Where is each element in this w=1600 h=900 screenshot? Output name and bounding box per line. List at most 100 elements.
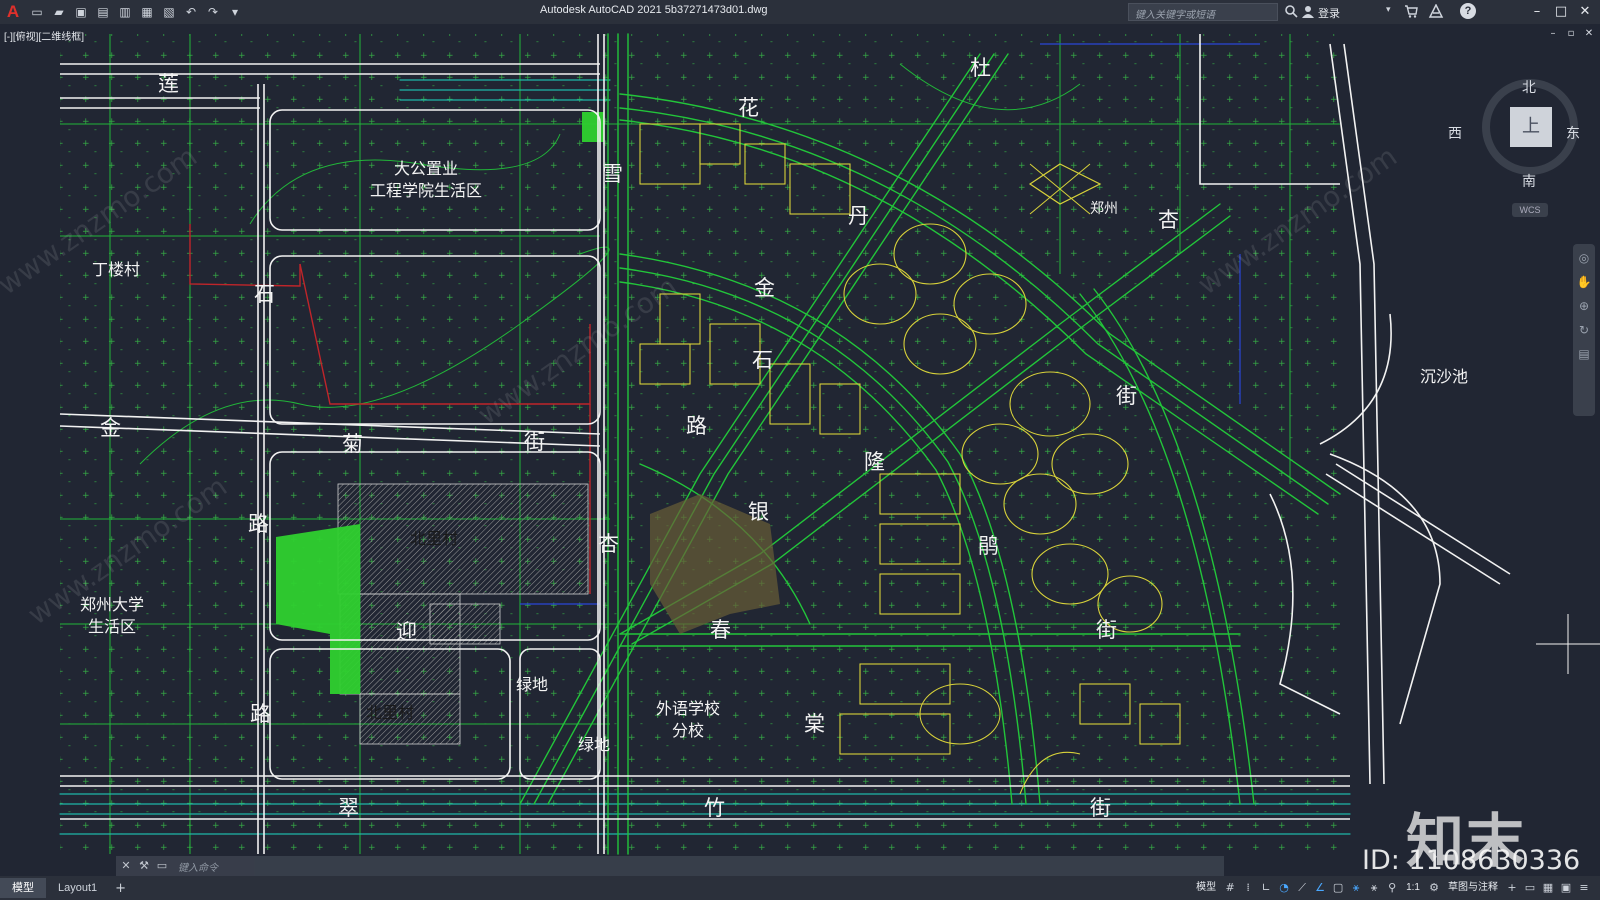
zoom-icon[interactable]: ⊕ — [1576, 298, 1592, 314]
object-snap-tracking-icon[interactable]: ∠ — [1312, 879, 1328, 897]
auto-scale-icon[interactable]: ⚹ — [1366, 879, 1382, 897]
clean-screen-icon[interactable]: ▣ — [1558, 879, 1574, 897]
close-icon[interactable]: ✕ — [118, 858, 134, 874]
compass-east[interactable]: 东 — [1566, 123, 1580, 143]
pan-icon[interactable]: ✋ — [1576, 274, 1592, 290]
doc-close-button[interactable]: ✕ — [1582, 28, 1596, 42]
wcs-menu[interactable]: WCS — [1512, 203, 1548, 217]
status-bar: 模型 Layout1 + 模型 # ⁞ ∟ ◔ ⟋ ∠ ▢ ⚹ ⚹ ⚲ 1:1 … — [0, 876, 1600, 900]
tab-layout1[interactable]: Layout1 — [46, 878, 109, 898]
minimize-button[interactable]: – — [1526, 2, 1548, 22]
road-label: 金 — [754, 276, 775, 300]
navigation-bar: ◎ ✋ ⊕ ↻ ▤ — [1573, 244, 1595, 416]
save-as-icon[interactable]: ▤ — [93, 2, 113, 22]
new-icon[interactable]: ▭ — [27, 2, 47, 22]
ortho-icon[interactable]: ∟ — [1258, 879, 1274, 897]
grid-icon[interactable]: # — [1222, 879, 1238, 897]
compass-south[interactable]: 南 — [1522, 171, 1536, 191]
road-label: 丹 — [848, 204, 869, 228]
road-label: 街 — [1090, 796, 1111, 820]
redo-icon[interactable]: ↷ — [203, 2, 223, 22]
cart-icon[interactable] — [1404, 4, 1418, 18]
isodraft-icon[interactable]: ⟋ — [1294, 879, 1310, 897]
model-space-toggle[interactable]: 模型 — [1192, 879, 1220, 897]
steering-wheel-icon[interactable]: ◎ — [1576, 250, 1592, 266]
area-label: 郑州大学 生活区 — [80, 595, 145, 636]
add-layout-icon[interactable]: + — [109, 881, 132, 896]
quick-properties-icon[interactable]: ▦ — [1540, 879, 1556, 897]
open-icon[interactable]: ▰ — [49, 2, 69, 22]
polar-tracking-icon[interactable]: ◔ — [1276, 879, 1292, 897]
publish-icon[interactable]: ▦ — [137, 2, 157, 22]
road-label: 迎 — [396, 620, 417, 644]
object-snap-icon[interactable]: ▢ — [1330, 879, 1346, 897]
road-label: 菊 — [342, 432, 363, 456]
customization-icon[interactable]: ≡ — [1576, 879, 1592, 897]
area-label: 北里村 — [410, 529, 459, 548]
road-label: 杜 — [970, 56, 991, 80]
road-label: 春 — [710, 618, 731, 642]
plus-icon[interactable]: + — [1504, 879, 1520, 897]
road-label: 路 — [250, 702, 271, 726]
window-title: Autodesk AutoCAD 2021 5b37271473d01.dwg — [540, 4, 768, 16]
road-label: 杏 — [1158, 208, 1179, 232]
command-line[interactable]: ✕ ⚒ ▭ 键入命令 — [116, 856, 1224, 876]
area-label: 北里村 — [366, 703, 415, 722]
plot-preview-icon[interactable]: ▥ — [115, 2, 135, 22]
road-label: 杏 — [598, 532, 619, 556]
area-label: 郑州 — [1090, 201, 1118, 217]
search-icon[interactable] — [1284, 4, 1298, 18]
area-label: 绿地 — [578, 735, 611, 754]
units-icon[interactable]: ▭ — [1522, 879, 1538, 897]
area-label: 大公置业 工程学院生活区 — [370, 159, 483, 200]
annotation-scale-icon[interactable]: ⚲ — [1384, 879, 1400, 897]
watermark-id: ID: 1108630336 — [1362, 845, 1581, 876]
road-label: 竹 — [704, 796, 725, 820]
area-label: 沉沙池 — [1420, 367, 1469, 386]
snap-icon[interactable]: ⁞ — [1240, 879, 1256, 897]
road-label: 隆 — [864, 450, 885, 474]
gear-icon[interactable]: ⚙ — [1426, 879, 1442, 897]
area-label: 外语学校 分校 — [656, 699, 721, 740]
tab-model[interactable]: 模型 — [0, 878, 46, 898]
login-label[interactable]: 登录 — [1318, 5, 1340, 21]
viewcube-top-face[interactable]: 上 — [1510, 107, 1552, 147]
save-icon[interactable]: ▣ — [71, 2, 91, 22]
plot-icon[interactable]: ▧ — [159, 2, 179, 22]
road-label: 花 — [738, 96, 759, 120]
undo-icon[interactable]: ↶ — [181, 2, 201, 22]
road-label: 街 — [524, 430, 545, 454]
road-label: 翠 — [338, 796, 359, 820]
annotation-scale[interactable]: 1:1 — [1402, 879, 1424, 897]
user-icon[interactable] — [1302, 5, 1314, 18]
doc-minimize-button[interactable]: – — [1546, 28, 1560, 42]
customize-icon[interactable]: ▾ — [225, 2, 245, 22]
area-label: 绿地 — [516, 675, 549, 694]
road-label: 路 — [248, 512, 269, 536]
login-dropdown-icon[interactable]: ▾ — [1386, 5, 1391, 15]
compass-north[interactable]: 北 — [1522, 77, 1536, 97]
search-input[interactable]: 键入关键字或短语 — [1128, 3, 1278, 21]
doc-restore-button[interactable]: ▫ — [1564, 28, 1578, 42]
maximize-button[interactable]: □ — [1550, 2, 1572, 22]
viewcube[interactable]: 北 南 东 西 上 WCS — [1448, 59, 1590, 217]
app-logo-icon[interactable]: A — [0, 0, 26, 24]
status-toggles: 模型 # ⁞ ∟ ◔ ⟋ ∠ ▢ ⚹ ⚹ ⚲ 1:1 ⚙ 草图与注释 + ▭ ▦… — [1192, 876, 1600, 900]
command-history-icon[interactable]: ▭ — [154, 858, 170, 874]
road-label: 街 — [1096, 618, 1117, 642]
road-label: 石 — [752, 348, 773, 372]
drawing-canvas[interactable]: [-][俯视][二维线框] – ▫ ✕ + - — [0, 24, 1600, 876]
wrench-icon[interactable]: ⚒ — [136, 858, 152, 874]
showmotion-icon[interactable]: ▤ — [1576, 346, 1592, 362]
close-button[interactable]: ✕ — [1574, 2, 1596, 22]
orbit-icon[interactable]: ↻ — [1576, 322, 1592, 338]
site-plan-drawing: + - — [59, 33, 1600, 855]
annotation-visibility-icon[interactable]: ⚹ — [1348, 879, 1364, 897]
workspace-switch[interactable]: 草图与注释 — [1444, 879, 1502, 897]
viewport-controls-label[interactable]: [-][俯视][二维线框] — [4, 28, 84, 43]
road-label: 银 — [748, 500, 769, 524]
command-input[interactable]: 键入命令 — [178, 859, 218, 874]
compass-west[interactable]: 西 — [1448, 123, 1462, 143]
help-icon[interactable]: ? — [1460, 3, 1476, 19]
autodesk-account-icon[interactable] — [1428, 4, 1444, 18]
